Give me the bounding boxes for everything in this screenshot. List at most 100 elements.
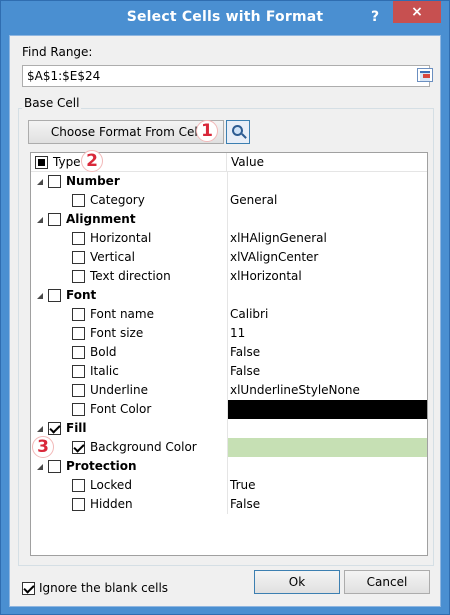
collapse-triangle-icon[interactable] [37,464,43,470]
item-label: Category [90,193,145,207]
item-value: xlHAlignGeneral [227,229,427,248]
find-range-input[interactable]: $A$1:$E$24 [22,65,433,87]
item-label: Italic [90,364,119,378]
find-range-value: $A$1:$E$24 [27,69,101,83]
tree-item-row[interactable]: Locked True [31,476,427,495]
item-checkbox[interactable] [72,251,85,264]
dialog-body: Find Range: $A$1:$E$24 Base Cell Choose … [9,35,441,607]
dialog-window: Select Cells with Format ? × Find Range:… [0,0,450,615]
ignore-blank-checkbox[interactable] [22,582,35,595]
step-badge-2: 2 [81,150,103,172]
type-column-header[interactable]: Type [31,153,227,172]
group-value-cell [227,457,427,476]
tree-item-row[interactable]: Underline xlUnderlineStyleNone [31,381,427,400]
group-label: Alignment [66,212,136,226]
title-bar: Select Cells with Format ? × [1,1,449,35]
group-checkbox[interactable] [48,422,61,435]
group-label: Number [66,174,120,188]
item-checkbox[interactable] [72,479,85,492]
item-value: Calibri [227,305,427,324]
group-label: Font [66,288,97,302]
tree-group-row[interactable]: Number [31,172,427,191]
close-button[interactable]: × [393,1,441,23]
tree-item-row[interactable]: Vertical xlVAlignCenter [31,248,427,267]
item-checkbox[interactable] [72,194,85,207]
group-checkbox[interactable] [48,289,61,302]
group-label: Fill [66,421,87,435]
tree-group-row[interactable]: Protection [31,457,427,476]
tree-item-row[interactable]: Italic False [31,362,427,381]
item-label: Font name [90,307,154,321]
item-checkbox[interactable] [72,308,85,321]
tree-item-row[interactable]: Hidden False [31,495,427,514]
item-label: Vertical [90,250,135,264]
tree-group-row[interactable]: Fill [31,419,427,438]
color-swatch [227,438,427,457]
cancel-button[interactable]: Cancel [344,570,430,594]
item-label: Background Color [90,440,197,454]
select-all-checkbox[interactable] [35,156,48,169]
item-label: Text direction [90,269,171,283]
item-label: Underline [90,383,148,397]
item-checkbox[interactable] [72,327,85,340]
cell-picker-button[interactable] [226,120,250,144]
item-value: False [227,495,427,514]
step-badge-3: 3 [32,436,54,458]
group-checkbox[interactable] [48,213,61,226]
group-value-cell [227,286,427,305]
item-checkbox[interactable] [72,365,85,378]
item-label: Horizontal [90,231,152,245]
find-range-label: Find Range: [22,45,93,59]
item-value: xlUnderlineStyleNone [227,381,427,400]
base-cell-label: Base Cell [22,96,82,110]
item-value: False [227,362,427,381]
item-value: False [227,343,427,362]
item-checkbox[interactable] [72,498,85,511]
tree-item-row[interactable]: Font size 11 [31,324,427,343]
collapse-triangle-icon[interactable] [37,217,43,223]
tree-item-row[interactable]: Font name Calibri [31,305,427,324]
item-value: General [227,191,427,210]
ok-button[interactable]: Ok [254,570,340,594]
tree-item-row[interactable]: Bold False [31,343,427,362]
choose-format-button[interactable]: Choose Format From Cell [28,120,224,144]
tree-item-row[interactable]: Horizontal xlHAlignGeneral [31,229,427,248]
item-value: xlVAlignCenter [227,248,427,267]
group-value-cell [227,210,427,229]
step-badge-1: 1 [196,120,218,142]
item-checkbox[interactable] [72,232,85,245]
item-checkbox[interactable] [72,403,85,416]
item-value: xlHorizontal [227,267,427,286]
tree-group-row[interactable]: Font [31,286,427,305]
range-select-icon[interactable] [417,68,433,82]
item-checkbox[interactable] [72,384,85,397]
group-value-cell [227,419,427,438]
tree-item-row[interactable]: Text direction xlHorizontal [31,267,427,286]
item-value: True [227,476,427,495]
collapse-triangle-icon[interactable] [37,179,43,185]
value-column-header[interactable]: Value [227,153,427,172]
type-header-label: Type [53,155,81,169]
group-value-cell [227,172,427,191]
tree-item-row[interactable]: Category General [31,191,427,210]
group-checkbox[interactable] [48,460,61,473]
ignore-blank-label: Ignore the blank cells [39,581,169,595]
tree-item-row[interactable]: Background Color [31,438,427,457]
tree-group-row[interactable]: Alignment [31,210,427,229]
color-swatch [227,400,427,419]
collapse-triangle-icon[interactable] [37,293,43,299]
format-tree[interactable]: Type Value Number Category General Alignmen… [30,152,428,556]
item-checkbox[interactable] [72,346,85,359]
item-checkbox[interactable] [72,270,85,283]
group-checkbox[interactable] [48,175,61,188]
item-checkbox[interactable] [72,441,85,454]
value-header-label: Value [231,155,264,169]
group-label: Protection [66,459,137,473]
item-label: Font size [90,326,144,340]
tree-item-row[interactable]: Font Color [31,400,427,419]
item-label: Font Color [90,402,152,416]
item-label: Hidden [90,497,133,511]
collapse-triangle-icon[interactable] [37,426,43,432]
help-button[interactable]: ? [363,6,387,28]
item-label: Bold [90,345,117,359]
